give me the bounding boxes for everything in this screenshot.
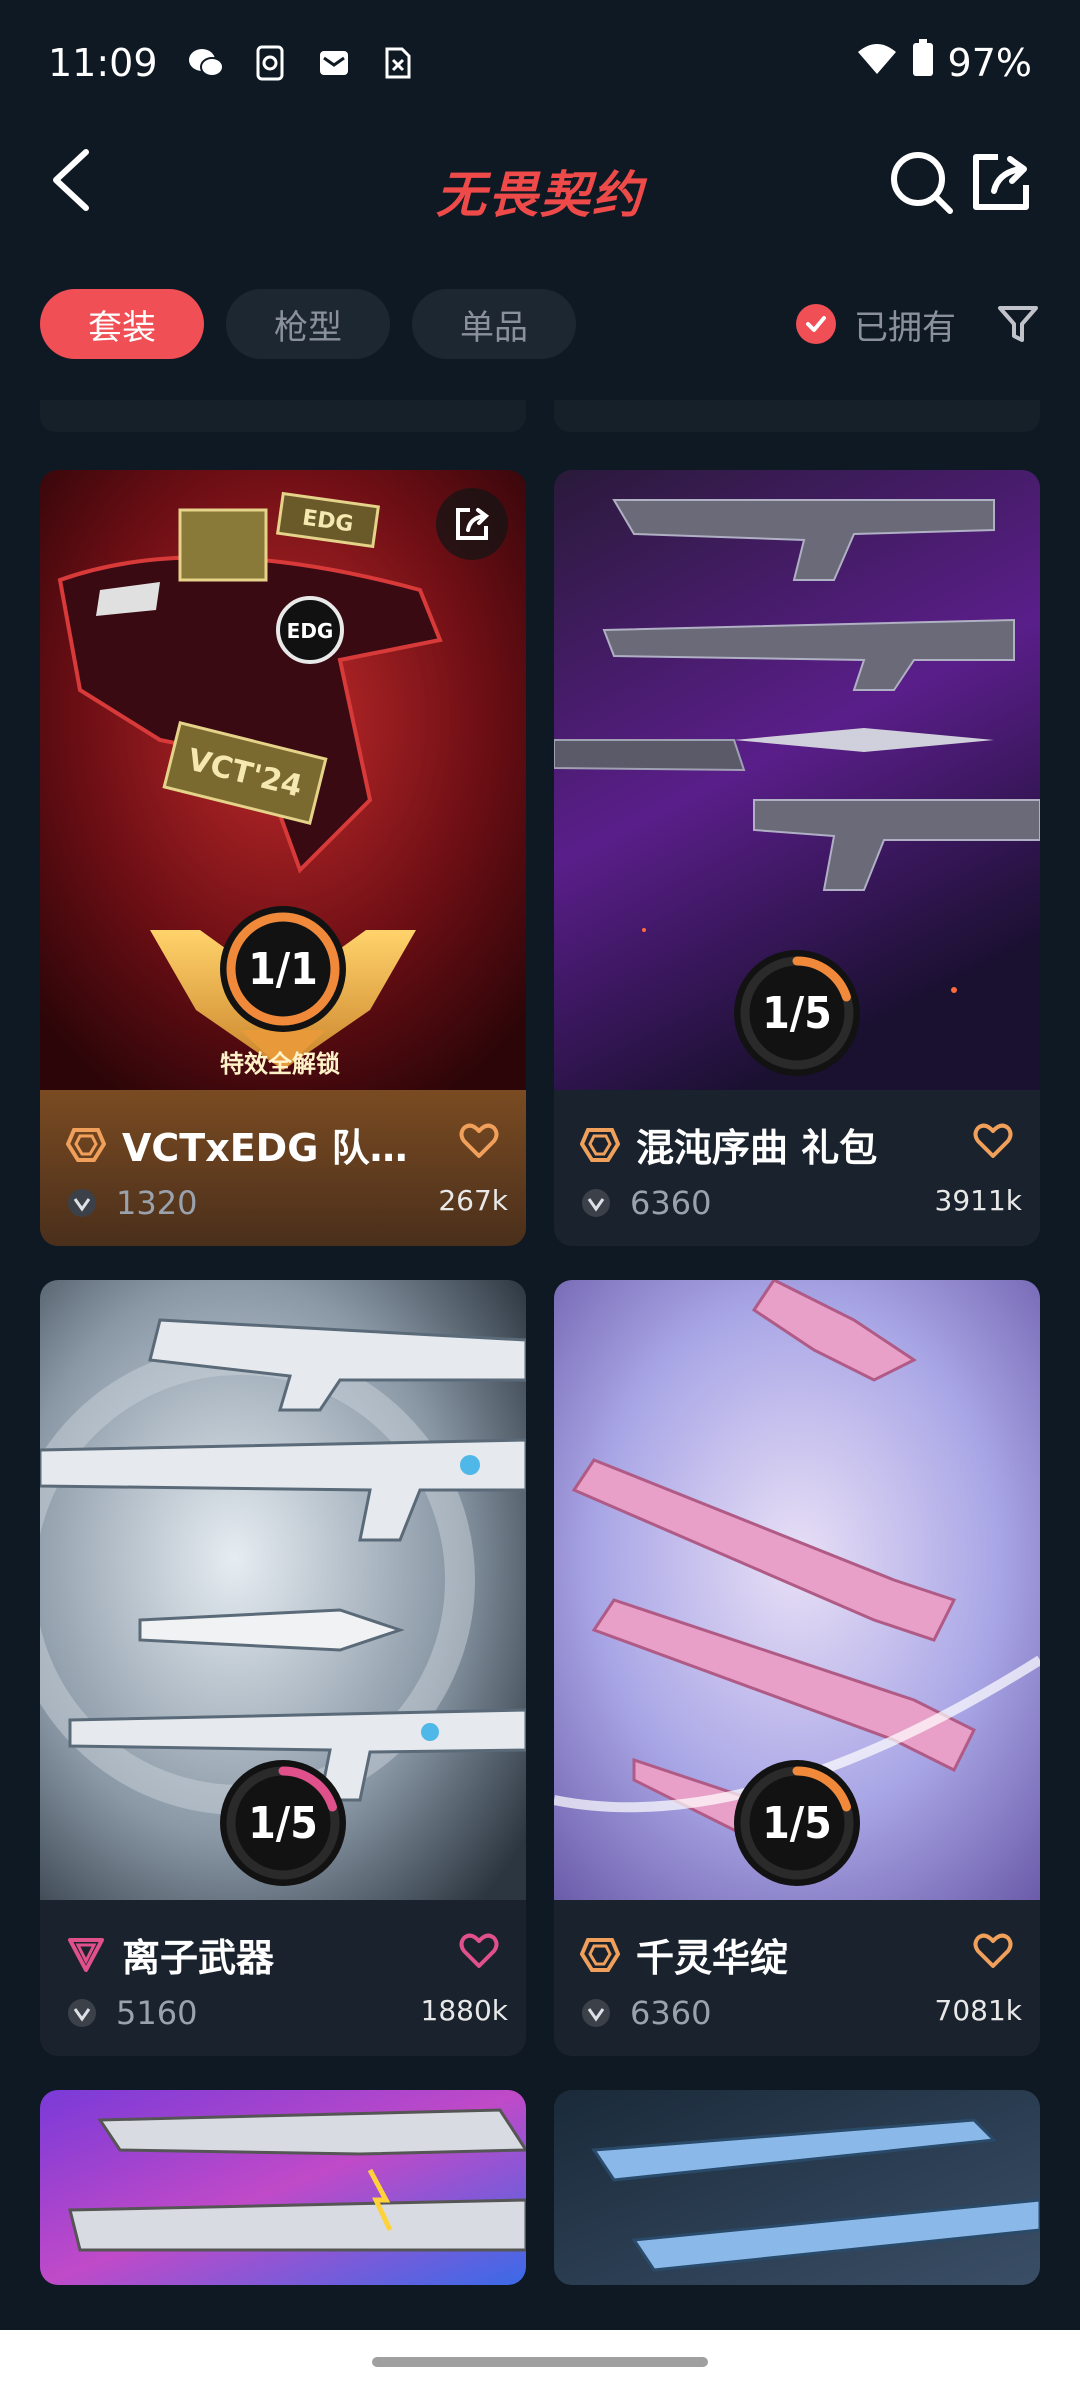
card-info: VCTxEDG 队伍... 1320 267k — [40, 1090, 526, 1246]
app-header: 无畏契约 — [0, 125, 1080, 235]
filter-bar: 套装 枪型 单品 已拥有 — [0, 288, 1080, 360]
bundle-grid: EDG EDG VCT'24 1/1 特效全解锁 VCTxEDG 队伍... 1… — [40, 400, 1040, 2285]
search-button[interactable] — [888, 149, 954, 215]
vp-currency-icon — [66, 1997, 98, 2029]
progress-badge: 1/5 — [220, 1760, 346, 1886]
funnel-icon — [998, 306, 1038, 342]
heart-icon[interactable] — [458, 1930, 500, 1972]
status-right: 97% — [856, 39, 1032, 86]
status-bar: 11:09 97% — [0, 0, 1080, 125]
share-icon — [973, 154, 1029, 210]
like-count: 7081k — [934, 1994, 1022, 2027]
battery-icon — [912, 39, 934, 86]
bundle-artwork: 1/5 — [554, 1280, 1040, 1900]
card-info: 离子武器 5160 1880k — [40, 1900, 526, 2056]
tier-icon — [579, 1124, 621, 1164]
tier-icon — [65, 1124, 107, 1164]
tab-single-item[interactable]: 单品 — [412, 289, 576, 359]
wifi-icon — [856, 41, 898, 85]
card-info: 千灵华绽 6360 7081k — [554, 1900, 1040, 2056]
vp-currency-icon — [66, 1187, 98, 1219]
bundle-price: 1320 — [116, 1184, 198, 1222]
bundle-card-vctxedg[interactable]: EDG EDG VCT'24 1/1 特效全解锁 VCTxEDG 队伍... 1… — [40, 470, 526, 1246]
bundle-price: 6360 — [630, 1994, 712, 2032]
search-icon — [891, 152, 953, 214]
bundle-card-partial[interactable] — [40, 2090, 526, 2285]
bundle-artwork — [40, 2090, 526, 2285]
vp-currency-icon — [580, 1997, 612, 2029]
bundle-name: VCTxEDG 队伍... — [122, 1125, 442, 1170]
like-count: 1880k — [420, 1994, 508, 2027]
tier-icon — [579, 1934, 621, 1974]
home-gesture-bar[interactable] — [372, 2357, 708, 2367]
filter-button[interactable] — [996, 302, 1040, 346]
bundle-price: 5160 — [116, 1994, 198, 2032]
bundle-artwork: 1/5 — [40, 1280, 526, 1900]
progress-text: 1/5 — [248, 1797, 318, 1849]
check-icon — [796, 304, 836, 344]
bundle-price: 6360 — [630, 1184, 712, 1222]
progress-badge: 1/5 — [734, 950, 860, 1076]
owned-label: 已拥有 — [854, 307, 956, 348]
progress-badge: 1/5 — [734, 1760, 860, 1886]
bundle-card-spirit-blossom[interactable]: 1/5 千灵华绽 6360 7081k — [554, 1280, 1040, 2056]
tab-bundles[interactable]: 套装 — [40, 289, 204, 359]
bundle-card-chaos-overture[interactable]: 1/5 混沌序曲 礼包 6360 3911k — [554, 470, 1040, 1246]
card-share-button[interactable] — [436, 488, 508, 560]
like-count: 267k — [438, 1184, 508, 1217]
bundle-artwork: 1/5 — [554, 470, 1040, 1090]
tier-icon — [66, 1934, 106, 1974]
bundle-name: 千灵华绽 — [636, 1935, 789, 1980]
progress-text: 1/1 — [248, 943, 318, 995]
bundle-card-partial[interactable] — [554, 2090, 1040, 2285]
phone-sync-icon — [252, 45, 288, 81]
vp-currency-icon — [580, 1187, 612, 1219]
wechat-icon — [188, 45, 224, 81]
owned-toggle[interactable]: 已拥有 — [796, 300, 956, 349]
partial-card-top-left[interactable] — [40, 400, 526, 432]
status-time: 11:09 — [48, 40, 158, 85]
battery-percent: 97% — [947, 40, 1032, 85]
heart-icon[interactable] — [972, 1930, 1014, 1972]
share-icon — [456, 508, 490, 540]
mail-icon — [316, 45, 352, 81]
progress-badge: 1/1 — [220, 906, 346, 1032]
notification-icons — [188, 45, 416, 81]
partial-card-top-right[interactable] — [554, 400, 1040, 432]
card-info: 混沌序曲 礼包 6360 3911k — [554, 1090, 1040, 1246]
bundle-name: 混沌序曲 礼包 — [636, 1125, 878, 1170]
unlock-label: 特效全解锁 — [220, 1050, 340, 1078]
heart-icon[interactable] — [972, 1120, 1014, 1162]
like-count: 3911k — [934, 1184, 1022, 1217]
share-button[interactable] — [968, 149, 1034, 215]
bundle-name: 离子武器 — [122, 1935, 275, 1980]
bundle-artwork — [554, 2090, 1040, 2285]
file-icon — [380, 45, 416, 81]
bundle-card-ion[interactable]: 1/5 离子武器 5160 1880k — [40, 1280, 526, 2056]
svg-text:EDG: EDG — [287, 619, 334, 643]
heart-icon[interactable] — [458, 1120, 500, 1162]
progress-text: 1/5 — [762, 1797, 832, 1849]
progress-text: 1/5 — [762, 987, 832, 1039]
tab-weapon-type[interactable]: 枪型 — [226, 289, 390, 359]
bundle-artwork: EDG EDG VCT'24 1/1 特效全解锁 — [40, 470, 526, 1090]
